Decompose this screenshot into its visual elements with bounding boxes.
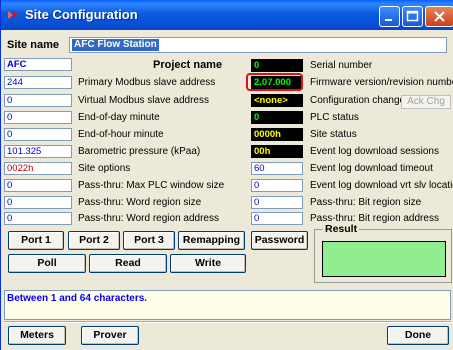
configuration-changed-value: <none> bbox=[251, 94, 303, 107]
site-name-value: AFC Flow Station bbox=[72, 39, 159, 51]
word-region-address-input[interactable]: 0 bbox=[4, 212, 72, 225]
site-name-input[interactable]: AFC Flow Station bbox=[69, 37, 447, 53]
event-log-vrt-slv-label: Event log download vrt slv location bbox=[310, 180, 453, 191]
result-indicator bbox=[322, 241, 446, 277]
end-of-day-minute-label: End-of-day minute bbox=[78, 112, 160, 123]
close-icon bbox=[434, 11, 445, 22]
event-log-sessions-value: 00h bbox=[251, 145, 303, 158]
word-region-size-label: Pass-thru: Word region size bbox=[78, 197, 202, 208]
result-label: Result bbox=[323, 223, 360, 235]
message-text: Between 1 and 64 characters. bbox=[7, 293, 148, 304]
event-log-vrt-slv-input[interactable]: 0 bbox=[251, 179, 303, 192]
remapping-button[interactable]: Remapping bbox=[178, 231, 245, 250]
app-icon bbox=[8, 11, 18, 19]
primary-modbus-address-input[interactable]: 244 bbox=[4, 76, 72, 89]
title-bar[interactable]: Site Configuration bbox=[1, 0, 453, 30]
close-button[interactable] bbox=[425, 6, 453, 27]
site-configuration-window: Site Configuration Site name AFC Flow St… bbox=[0, 0, 453, 350]
site-status-value: 0000h bbox=[251, 128, 303, 141]
event-log-timeout-input[interactable]: 60 bbox=[251, 162, 303, 175]
site-options-input[interactable]: 0022h bbox=[4, 162, 72, 175]
end-of-hour-minute-input[interactable]: 0 bbox=[4, 128, 72, 141]
project-name-input[interactable]: AFC bbox=[4, 58, 72, 71]
password-button[interactable]: Password bbox=[251, 231, 308, 250]
port-1-button[interactable]: Port 1 bbox=[8, 231, 64, 250]
maximize-icon bbox=[406, 10, 419, 22]
serial-number-label: Serial number bbox=[310, 60, 373, 71]
primary-modbus-address-label: Primary Modbus slave address bbox=[78, 77, 216, 88]
event-log-sessions-label: Event log download sessions bbox=[310, 146, 439, 157]
write-button[interactable]: Write bbox=[170, 254, 246, 273]
divider bbox=[4, 321, 451, 323]
bit-region-size-label: Pass-thru: Bit region size bbox=[310, 197, 422, 208]
end-of-hour-minute-label: End-of-hour minute bbox=[78, 129, 164, 140]
meters-button[interactable]: Meters bbox=[8, 326, 66, 345]
barometric-pressure-label: Barometric pressure (kPaa) bbox=[78, 146, 201, 157]
prover-button[interactable]: Prover bbox=[81, 326, 139, 345]
port-3-button[interactable]: Port 3 bbox=[123, 231, 175, 250]
plc-status-label: PLC status bbox=[310, 112, 359, 123]
plc-status-value: 0 bbox=[251, 111, 303, 124]
site-status-label: Site status bbox=[310, 129, 357, 140]
bit-region-address-input[interactable]: 0 bbox=[251, 212, 303, 225]
poll-button[interactable]: Poll bbox=[8, 254, 86, 273]
firmware-version-label: Firmware version/revision number bbox=[310, 77, 453, 88]
bit-region-size-input[interactable]: 0 bbox=[251, 196, 303, 209]
port-2-button[interactable]: Port 2 bbox=[68, 231, 120, 250]
maximize-button[interactable] bbox=[402, 6, 423, 27]
virtual-modbus-address-input[interactable]: 0 bbox=[4, 94, 72, 107]
max-plc-window-label: Pass-thru: Max PLC window size bbox=[78, 180, 225, 191]
site-options-label: Site options bbox=[78, 163, 131, 174]
serial-number-value: 0 bbox=[251, 59, 303, 72]
window-title: Site Configuration bbox=[25, 7, 138, 22]
done-button[interactable]: Done bbox=[387, 326, 449, 345]
virtual-modbus-address-label: Virtual Modbus slave address bbox=[78, 95, 209, 106]
end-of-day-minute-input[interactable]: 0 bbox=[4, 111, 72, 124]
site-name-label: Site name bbox=[7, 39, 59, 51]
firmware-highlight-circle bbox=[246, 73, 303, 91]
word-region-address-label: Pass-thru: Word region address bbox=[78, 213, 219, 224]
project-name-label: Project name bbox=[153, 59, 223, 71]
max-plc-window-input[interactable]: 0 bbox=[4, 179, 72, 192]
configuration-changed-label: Configuration changed bbox=[310, 95, 411, 106]
read-button[interactable]: Read bbox=[89, 254, 167, 273]
ack-chg-button[interactable]: Ack Chg bbox=[401, 95, 451, 109]
event-log-timeout-label: Event log download timeout bbox=[310, 163, 433, 174]
minimize-button[interactable] bbox=[379, 6, 400, 27]
word-region-size-input[interactable]: 0 bbox=[4, 196, 72, 209]
minimize-icon bbox=[385, 19, 392, 21]
barometric-pressure-input[interactable]: 101.325 bbox=[4, 145, 72, 158]
